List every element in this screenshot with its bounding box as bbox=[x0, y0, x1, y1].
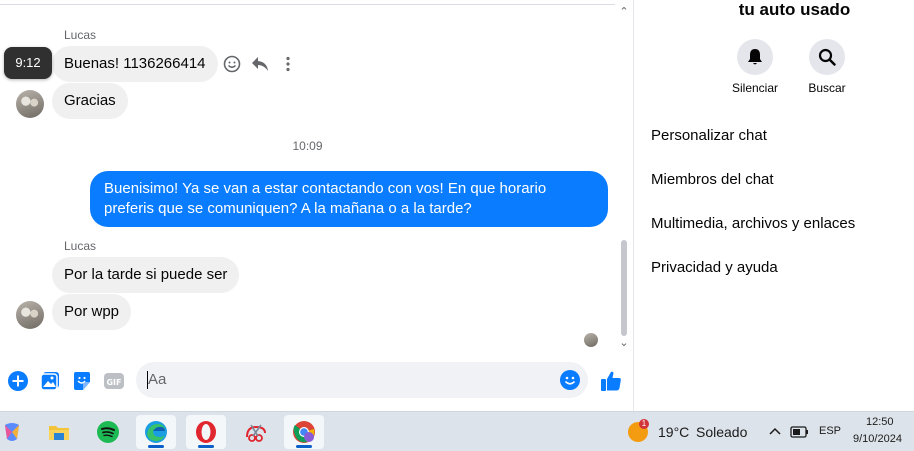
message-actions bbox=[222, 52, 298, 76]
copilot-icon[interactable] bbox=[0, 415, 32, 449]
spotify-icon[interactable] bbox=[88, 415, 128, 449]
active-app-indicator bbox=[296, 445, 312, 448]
photo-icon[interactable] bbox=[40, 371, 60, 391]
chat-title: tu auto usado bbox=[738, 0, 851, 19]
taskbar: 1 19°C Soleado ESP 12:50 9/10/2024 bbox=[0, 411, 914, 451]
menu-item-customize-chat[interactable]: Personalizar chat bbox=[651, 127, 767, 144]
gif-icon[interactable]: GIF bbox=[104, 371, 124, 391]
clock-time[interactable]: 12:50 bbox=[866, 416, 894, 428]
avatar[interactable] bbox=[16, 90, 44, 118]
sender-name: Lucas bbox=[64, 239, 97, 253]
bell-icon bbox=[748, 49, 762, 65]
battery-icon[interactable] bbox=[790, 424, 810, 440]
outgoing-message-bubble[interactable]: Buenisimo! Ya se van a estar contactando… bbox=[90, 171, 608, 227]
divider bbox=[0, 4, 615, 5]
weather-alert-badge: 1 bbox=[639, 419, 649, 429]
active-app-indicator bbox=[198, 445, 214, 448]
message-input[interactable]: Aa bbox=[136, 362, 588, 398]
message-time-tooltip: 9:12 bbox=[4, 47, 52, 79]
gif-label: GIF bbox=[106, 378, 121, 387]
emoji-icon[interactable] bbox=[560, 370, 580, 390]
edge-icon[interactable] bbox=[136, 415, 176, 449]
input-language[interactable]: ESP bbox=[819, 425, 841, 437]
file-explorer-icon[interactable] bbox=[39, 415, 79, 449]
seen-receipt-avatar bbox=[584, 333, 598, 347]
thumbs-up-icon[interactable] bbox=[600, 370, 622, 392]
reply-icon[interactable] bbox=[250, 53, 270, 75]
scroll-down-arrow-icon[interactable]: ⌄ bbox=[618, 336, 630, 350]
search-icon bbox=[818, 48, 836, 66]
chat-panel: ⌃ ⌄ Lucas Buenas! 1136266414 9:12 Gracia… bbox=[0, 0, 634, 411]
snipping-tool-icon[interactable] bbox=[236, 415, 276, 449]
weather-widget[interactable]: 1 19°C Soleado bbox=[624, 412, 754, 451]
message-bubble[interactable]: Gracias bbox=[52, 83, 128, 119]
sender-name: Lucas bbox=[64, 28, 97, 42]
search-button[interactable] bbox=[809, 39, 845, 75]
menu-item-media-files-links[interactable]: Multimedia, archivos y enlaces bbox=[651, 215, 855, 232]
message-bubble[interactable]: Por la tarde si puede ser bbox=[52, 257, 240, 293]
sticker-icon[interactable] bbox=[72, 371, 92, 391]
chat-info-panel: tu auto usado Silenciar Buscar Personali… bbox=[635, 0, 914, 411]
composer: GIF Aa bbox=[0, 358, 634, 404]
chrome-icon[interactable] bbox=[284, 415, 324, 449]
avatar[interactable] bbox=[16, 301, 44, 329]
active-app-indicator bbox=[148, 445, 164, 448]
message-bubble[interactable]: Por wpp bbox=[52, 294, 132, 330]
clock-date[interactable]: 9/10/2024 bbox=[853, 433, 902, 445]
mute-button[interactable] bbox=[737, 39, 773, 75]
mute-label: Silenciar bbox=[731, 81, 779, 95]
menu-item-privacy-help[interactable]: Privacidad y ayuda bbox=[651, 259, 778, 276]
message-bubble[interactable]: Buenas! 1136266414 bbox=[52, 46, 218, 82]
plus-circle-icon[interactable] bbox=[8, 371, 28, 391]
message-input-placeholder: Aa bbox=[148, 371, 167, 388]
menu-item-chat-members[interactable]: Miembros del chat bbox=[651, 171, 774, 188]
scroll-up-arrow-icon[interactable]: ⌃ bbox=[618, 5, 630, 19]
more-options-icon[interactable] bbox=[278, 53, 298, 75]
time-separator: 10:09 bbox=[292, 139, 323, 153]
show-hidden-icons-chevron-icon[interactable] bbox=[768, 423, 782, 439]
search-label: Buscar bbox=[808, 81, 846, 95]
opera-icon[interactable] bbox=[186, 415, 226, 449]
weather-description: Soleado bbox=[696, 424, 748, 440]
scrollbar-thumb[interactable] bbox=[621, 240, 627, 336]
weather-temperature: 19°C bbox=[658, 424, 690, 440]
react-emoji-icon[interactable] bbox=[222, 53, 242, 75]
